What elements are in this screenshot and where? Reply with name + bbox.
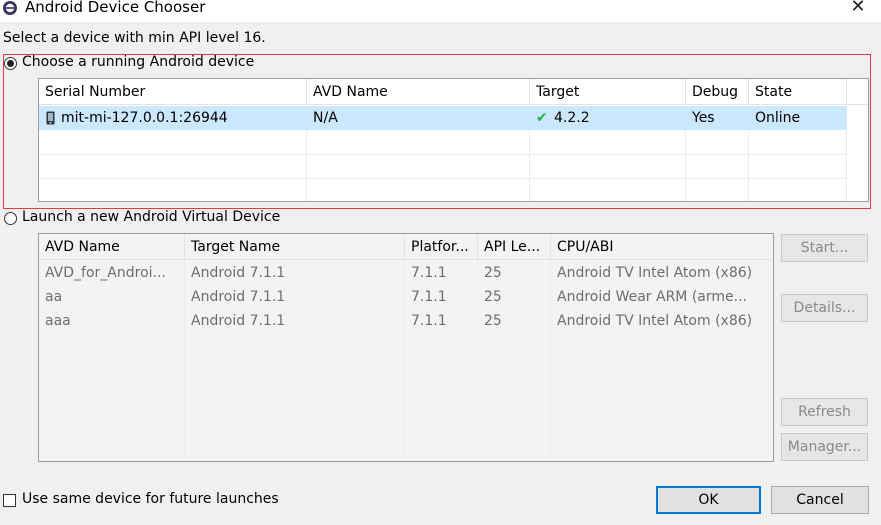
use-same-device-checkbox[interactable]: [3, 494, 16, 507]
column-gridline: [748, 130, 749, 201]
check-icon: ✔: [536, 110, 548, 126]
use-same-device-label[interactable]: Use same device for future launches: [22, 491, 279, 507]
column-gridline: [477, 260, 478, 461]
column-header-cpu-abi[interactable]: CPU/ABI: [551, 234, 773, 260]
running-devices-table: Serial Number AVD Name Target Debug Stat…: [38, 78, 869, 202]
launch-avd-radio[interactable]: [4, 212, 17, 225]
avd-name-cell: aaa: [45, 313, 71, 329]
api-level-cell: 25: [484, 265, 502, 281]
column-gridline: [685, 130, 686, 201]
cpu-abi-cell: Android TV Intel Atom (x86): [557, 313, 753, 329]
launch-avd-radio-label[interactable]: Launch a new Android Virtual Device: [22, 209, 280, 225]
close-icon[interactable]: ✕: [848, 0, 868, 17]
column-header-state[interactable]: State: [749, 79, 847, 105]
phone-icon: [46, 111, 55, 125]
running-device-radio-label[interactable]: Choose a running Android device: [22, 54, 254, 70]
serial-number-text: mit-mi-127.0.0.1:26944: [61, 110, 228, 126]
window-title: Android Device Chooser: [25, 0, 206, 16]
avd-name-cell: N/A: [313, 110, 338, 126]
row-gridline: [39, 178, 847, 179]
start-button[interactable]: Start...: [781, 234, 868, 262]
avd-name-cell: AVD_for_Androi...: [45, 265, 166, 281]
column-header-target[interactable]: Target: [530, 79, 686, 105]
dialog-body: Select a device with min API level 16. C…: [0, 22, 881, 525]
column-gridline: [404, 260, 405, 461]
row-gridline: [39, 154, 847, 155]
column-gridline: [306, 130, 307, 201]
manager-button[interactable]: Manager...: [781, 433, 868, 461]
target-name-cell: Android 7.1.1: [191, 313, 286, 329]
column-header-target-name[interactable]: Target Name: [185, 234, 405, 260]
column-header-debug[interactable]: Debug: [686, 79, 749, 105]
target-name-cell: Android 7.1.1: [191, 265, 286, 281]
target-cell: ✔ 4.2.2: [530, 106, 686, 130]
api-level-cell: 25: [484, 289, 502, 305]
prompt-text: Select a device with min API level 16.: [3, 30, 266, 46]
refresh-button[interactable]: Refresh: [781, 398, 868, 426]
api-level-cell: 25: [484, 313, 502, 329]
column-header-platform[interactable]: Platfor...: [405, 234, 478, 260]
running-device-radio[interactable]: [4, 57, 17, 70]
avd-table: AVD Name Target Name Platfor... API Le..…: [38, 233, 774, 462]
column-header-serial[interactable]: Serial Number: [39, 79, 307, 105]
column-gridline: [529, 130, 530, 201]
platform-cell: 7.1.1: [411, 265, 447, 281]
column-header-avd-name[interactable]: AVD Name: [307, 79, 530, 105]
column-header-filler: [847, 79, 868, 105]
platform-cell: 7.1.1: [411, 289, 447, 305]
column-header-avd-name[interactable]: AVD Name: [39, 234, 185, 260]
title-bar: Android Device Chooser ✕: [0, 0, 881, 22]
platform-cell: 7.1.1: [411, 313, 447, 329]
cpu-abi-cell: Android Wear ARM (arme...: [557, 289, 747, 305]
avd-name-cell: aa: [45, 289, 63, 305]
column-gridline: [550, 260, 551, 461]
table-row[interactable]: aa Android 7.1.1 7.1.1 25 Android Wear A…: [39, 285, 773, 309]
details-button[interactable]: Details...: [781, 294, 868, 322]
table-row[interactable]: aaa Android 7.1.1 7.1.1 25 Android TV In…: [39, 309, 773, 333]
serial-cell: mit-mi-127.0.0.1:26944: [39, 106, 307, 130]
target-name-cell: Android 7.1.1: [191, 289, 286, 305]
table-row[interactable]: AVD_for_Androi... Android 7.1.1 7.1.1 25…: [39, 261, 773, 285]
table-row[interactable]: mit-mi-127.0.0.1:26944 N/A ✔ 4.2.2 Yes O…: [39, 106, 847, 130]
column-gridline: [846, 130, 847, 201]
state-cell: Online: [755, 110, 801, 126]
column-header-api-level[interactable]: API Le...: [478, 234, 551, 260]
ok-button[interactable]: OK: [656, 486, 761, 514]
cpu-abi-cell: Android TV Intel Atom (x86): [557, 265, 753, 281]
debug-cell: Yes: [692, 110, 715, 126]
cancel-button[interactable]: Cancel: [771, 486, 869, 514]
column-gridline: [184, 260, 185, 461]
target-version-text: 4.2.2: [554, 110, 590, 126]
eclipse-app-icon: [3, 1, 17, 15]
